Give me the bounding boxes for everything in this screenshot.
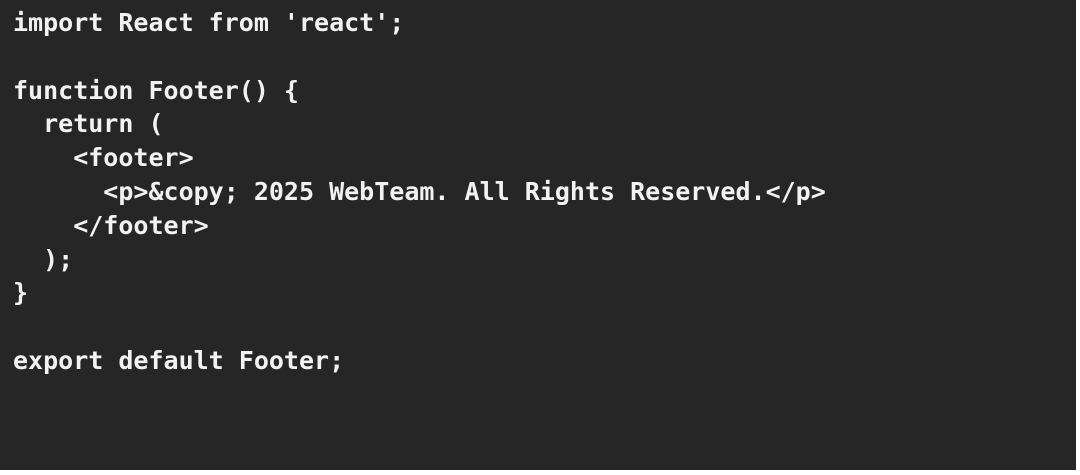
code-line-1: import React from 'react'; [13, 8, 405, 37]
code-line-6: <p>&copy; 2025 WebTeam. All Rights Reser… [13, 176, 826, 206]
code-line-4: return ( [13, 109, 164, 139]
code-line-7: </footer> [13, 210, 209, 240]
code-editor[interactable]: import React from 'react'; function Foot… [0, 0, 1076, 470]
code-line-8: ); [13, 244, 74, 274]
code-line-5: <footer> [13, 143, 194, 173]
code-line-3: function Footer() { [13, 75, 299, 105]
code-line-9: } [13, 278, 29, 308]
code-line-11: export default Footer; [13, 345, 345, 375]
